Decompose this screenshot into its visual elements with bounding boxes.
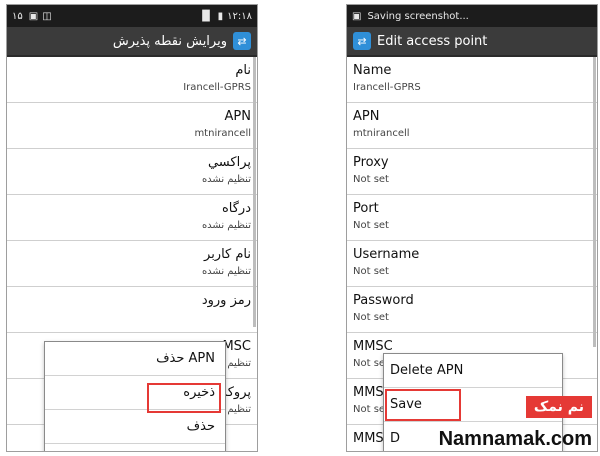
image-icon: ▣ <box>28 10 39 22</box>
field-label: Proxy <box>353 155 389 170</box>
field-value: تنظیم نشده <box>201 266 251 277</box>
left-phone-screen: ۱۵ ▣ ◫ ▐▌ ▮ ۱۲:۱۸ ویرایش نقطه پذیرش ⇄ نا… <box>6 4 258 452</box>
menu-item-label: حذف APN <box>156 351 215 366</box>
right-field-apn[interactable]: APN mtnirancell <box>347 103 597 149</box>
left-scrollbar[interactable] <box>253 57 256 327</box>
field-label: نام <box>235 63 251 78</box>
watermark-site-text: Namnamak.com <box>438 428 592 450</box>
left-field-proxy[interactable]: پراکسي تنظیم نشده <box>7 149 257 195</box>
right-action-bar: ⇄ Edit access point <box>347 27 597 57</box>
left-field-apn[interactable]: APN mtnirancell <box>7 103 257 149</box>
left-field-port[interactable]: درگاه تنظیم نشده <box>7 195 257 241</box>
field-label: رمز ورود <box>201 293 251 308</box>
left-status-left-text: ۱۵ <box>12 10 23 22</box>
menu-item-label: ذخیره <box>183 385 215 400</box>
right-field-name[interactable]: Name Irancell-GPRS <box>347 57 597 103</box>
sim-icon: ◫ <box>42 10 52 22</box>
menu-item-label: Delete APN <box>390 363 464 378</box>
field-label: نام کاربر <box>204 247 251 262</box>
signal-icon: ▐▌ <box>198 10 214 22</box>
field-value: Irancell-GPRS <box>353 82 421 93</box>
field-label: درگاه <box>221 201 251 216</box>
watermark: نم نمک Namnamak.com <box>382 388 596 456</box>
field-value: Irancell-GPRS <box>183 82 251 93</box>
left-field-password[interactable]: رمز ورود <box>7 287 257 333</box>
apn-settings-icon: ⇄ <box>353 32 371 50</box>
right-field-username[interactable]: Username Not set <box>347 241 597 287</box>
field-value: Not set <box>353 312 389 323</box>
right-field-password[interactable]: Password Not set <box>347 287 597 333</box>
field-label: Name <box>353 63 392 78</box>
battery-icon: ▮ <box>217 10 224 22</box>
right-field-proxy[interactable]: Proxy Not set <box>347 149 597 195</box>
left-status-time: ۱۲:۱۸ <box>227 10 252 22</box>
field-value: Not set <box>353 174 389 185</box>
field-label: Username <box>353 247 420 262</box>
right-title: Edit access point <box>377 33 488 49</box>
watermark-persian-text: نم نمک <box>525 396 592 418</box>
apn-settings-icon: ⇄ <box>233 32 251 50</box>
field-value: Not set <box>353 266 389 277</box>
right-phone-screen: ▣ Saving screenshot... ⇄ Edit access poi… <box>346 4 598 452</box>
field-label: Password <box>353 293 414 308</box>
menu-item-discard[interactable]: حذف <box>45 410 225 444</box>
field-value: تنظیم نشده <box>201 220 251 231</box>
left-options-menu: حذف APN ذخیره حذف <box>44 341 226 451</box>
menu-item-delete-apn[interactable]: حذف APN <box>45 342 225 376</box>
left-action-bar: ویرایش نقطه پذیرش ⇄ <box>7 27 257 57</box>
menu-item-save[interactable]: ذخیره <box>45 376 225 410</box>
right-status-notification: Saving screenshot... <box>367 10 469 22</box>
field-value: Not set <box>353 220 389 231</box>
field-label: Port <box>353 201 379 216</box>
left-status-bar: ۱۵ ▣ ◫ ▐▌ ▮ ۱۲:۱۸ <box>7 5 257 27</box>
field-value: تنظیم نشده <box>201 174 251 185</box>
screenshot-icon: ▣ <box>352 10 362 22</box>
left-field-username[interactable]: نام کاربر تنظیم نشده <box>7 241 257 287</box>
right-field-port[interactable]: Port Not set <box>347 195 597 241</box>
menu-item-delete-apn[interactable]: Delete APN <box>384 354 562 388</box>
field-label: APN <box>353 109 380 124</box>
right-status-bar: ▣ Saving screenshot... <box>347 5 597 27</box>
left-field-name[interactable]: نام Irancell-GPRS <box>7 57 257 103</box>
right-scrollbar[interactable] <box>593 57 596 347</box>
left-title: ویرایش نقطه پذیرش <box>112 33 227 49</box>
field-label: پراکسي <box>207 155 251 170</box>
field-value: mtnirancell <box>194 128 251 139</box>
field-value: mtnirancell <box>353 128 410 139</box>
field-label: APN <box>224 109 251 124</box>
menu-item-label: حذف <box>186 419 215 434</box>
